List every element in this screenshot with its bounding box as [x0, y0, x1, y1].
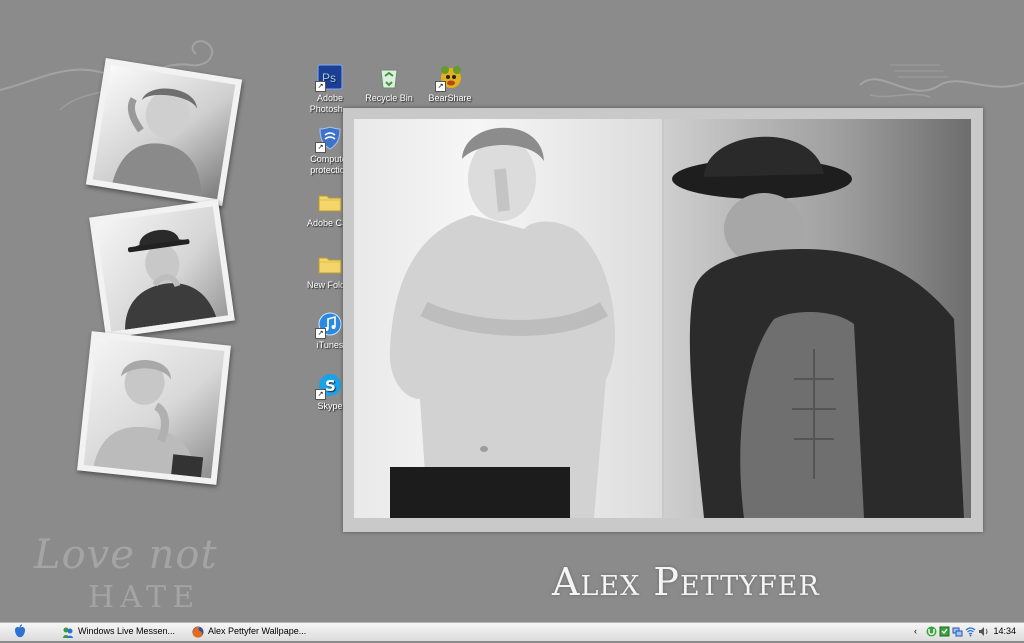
desktop: Ps ↗ Adobe Photosh... Recycle Bin ↗ Bear… [0, 0, 1024, 622]
shortcut-arrow-icon: ↗ [315, 81, 326, 92]
taskbar-button-messenger[interactable]: Windows Live Messen... [60, 624, 198, 639]
wallpaper-slogan-line1: Love not [34, 532, 218, 578]
taskbar-button-firefox[interactable]: Alex Pettyfer Wallpape... [190, 624, 333, 639]
taskbar-button-label: Alex Pettyfer Wallpape... [208, 626, 307, 636]
desktop-icon-label: BearShare [428, 93, 472, 103]
chevron-left-icon[interactable]: ‹ [914, 626, 925, 637]
polaroid-photo-1 [85, 57, 243, 207]
shortcut-arrow-icon: ↗ [315, 328, 326, 339]
taskbar-button-label: Windows Live Messen... [78, 626, 176, 636]
windows-live-messenger-icon [62, 626, 74, 638]
featured-photo-frame [343, 108, 983, 532]
itunes-icon: ↗ [315, 311, 343, 339]
network-icon[interactable] [952, 626, 963, 637]
wallpaper-title: Alex Pettyfer [552, 560, 820, 604]
shortcut-arrow-icon: ↗ [435, 81, 446, 92]
desktop-icon-label: Recycle Bin [365, 93, 413, 103]
system-tray: ‹ 14:34 [914, 623, 1024, 641]
desktop-icon-bearshare[interactable]: ↗ BearShare [418, 64, 482, 104]
featured-photo-left [354, 119, 662, 518]
taskbar: Windows Live Messen... Alex Pettyfer Wal… [0, 622, 1024, 641]
messenger-tray-icon[interactable] [939, 626, 950, 637]
shortcut-arrow-icon: ↗ [315, 389, 326, 400]
taskbar-clock[interactable]: 14:34 [993, 626, 1016, 636]
folder-icon [317, 251, 343, 277]
computer-protection-icon: ↗ [315, 125, 343, 153]
recycle-bin-icon [376, 64, 402, 90]
skype-icon: S ↗ [315, 372, 343, 400]
wallpaper-slogan-line2: HATE [88, 580, 201, 615]
featured-photo-right [664, 119, 971, 518]
svg-text:S: S [325, 377, 336, 395]
folder-icon [317, 189, 343, 215]
firefox-icon [192, 626, 204, 638]
polaroid-photo-3 [77, 331, 231, 485]
shortcut-arrow-icon: ↗ [315, 142, 326, 153]
swirl-decoration-right [859, 64, 1024, 98]
desktop-icon-recycle-bin[interactable]: Recycle Bin [357, 64, 421, 104]
apple-start-icon[interactable] [12, 624, 28, 640]
polaroid-photo-2 [89, 199, 235, 339]
photoshop-icon: Ps ↗ [315, 64, 343, 92]
utorrent-icon[interactable] [926, 626, 937, 637]
volume-icon[interactable] [978, 626, 989, 637]
wifi-icon[interactable] [965, 626, 976, 637]
bearshare-icon: ↗ [435, 64, 463, 92]
